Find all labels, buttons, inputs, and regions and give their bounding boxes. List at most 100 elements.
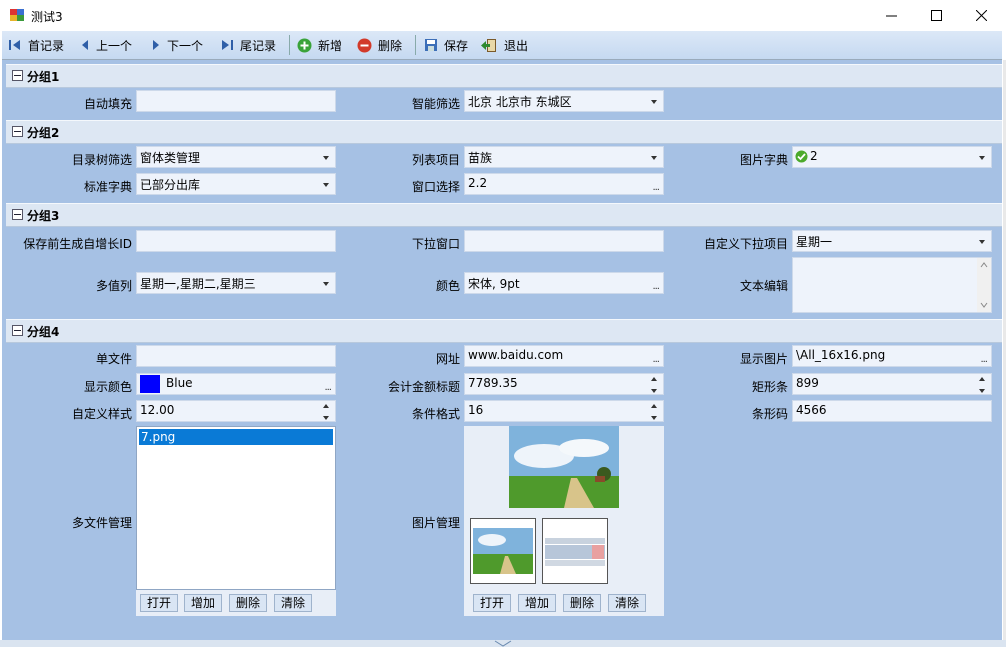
ellipsis-icon[interactable]: ... xyxy=(980,354,987,365)
multivalue-combo[interactable]: 星期一,星期二,星期三 xyxy=(136,272,336,294)
image-manager-panel: 打开 增加 删除 清除 xyxy=(464,426,664,616)
thumbnail-landscape[interactable] xyxy=(470,518,536,584)
pic-dict-combo[interactable]: 2 xyxy=(792,146,992,168)
list-item-combo[interactable]: 苗族 xyxy=(464,146,664,168)
single-file-input[interactable] xyxy=(136,345,336,367)
exit-icon xyxy=(481,38,496,52)
last-record-button[interactable]: 尾记录 xyxy=(220,36,276,54)
show-image-input[interactable]: \All_16x16.png... xyxy=(792,345,992,367)
dropdown-window-input[interactable] xyxy=(464,230,664,252)
autofill-label: 自动填充 xyxy=(83,97,132,111)
chevron-down-icon[interactable] xyxy=(323,282,329,286)
autoid-label: 保存前生成自增长ID xyxy=(23,237,132,251)
chevron-down-icon[interactable] xyxy=(323,156,329,160)
first-record-icon xyxy=(9,40,20,50)
delete-record-button[interactable]: 删除 xyxy=(357,36,402,54)
color-picker-input[interactable]: Blue... xyxy=(136,373,336,395)
image-delete-button[interactable]: 删除 xyxy=(563,594,601,612)
delete-icon xyxy=(357,38,372,52)
add-record-label: 新增 xyxy=(318,38,343,53)
url-input[interactable]: www.baidu.com... xyxy=(464,345,664,367)
multifile-list[interactable]: 7.png xyxy=(136,426,336,590)
amount-spin[interactable]: 7789.35 xyxy=(464,373,664,395)
bar-spin[interactable]: 899 xyxy=(792,373,992,395)
last-record-icon xyxy=(222,40,233,50)
image-open-button[interactable]: 打开 xyxy=(473,594,511,612)
group-title: 分组3 xyxy=(27,209,60,223)
ellipsis-icon[interactable]: ... xyxy=(324,382,331,393)
collapse-icon[interactable] xyxy=(12,325,23,336)
single-file-label: 单文件 xyxy=(95,352,132,366)
spin-arrows-icon[interactable] xyxy=(651,404,658,420)
bottom-splitter[interactable] xyxy=(0,640,1006,647)
chevron-down-icon[interactable] xyxy=(979,240,985,244)
group-2-header[interactable]: 分组2 xyxy=(6,120,1002,144)
list-item-label: 列表项目 xyxy=(411,153,460,167)
tree-filter-combo[interactable]: 窗体类管理 xyxy=(136,146,336,168)
cond-format-spin[interactable]: 16 xyxy=(464,400,664,422)
toolbar-separator xyxy=(289,35,290,55)
spin-arrows-icon[interactable] xyxy=(979,377,986,393)
minimize-button[interactable] xyxy=(868,0,914,31)
thumbnail-screenshot[interactable] xyxy=(542,518,608,584)
barcode-input[interactable]: 4566 xyxy=(792,400,992,422)
multifile-delete-button[interactable]: 删除 xyxy=(229,594,267,612)
text-edit-memo[interactable] xyxy=(792,257,992,313)
maximize-button[interactable] xyxy=(913,0,959,31)
custom-dropdown-combo[interactable]: 星期一 xyxy=(792,230,992,252)
custom-style-spin[interactable]: 12.00 xyxy=(136,400,336,422)
chevron-down-icon[interactable] xyxy=(651,100,657,104)
maximize-icon xyxy=(930,10,942,21)
group-3-header[interactable]: 分组3 xyxy=(6,203,1002,227)
scroll-up-icon[interactable] xyxy=(977,260,991,270)
smart-filter-combo[interactable]: 北京 北京市 东城区 xyxy=(464,90,664,112)
delete-record-label: 删除 xyxy=(378,38,403,53)
image-clear-button[interactable]: 清除 xyxy=(608,594,646,612)
scroll-down-icon[interactable] xyxy=(977,300,991,310)
spin-arrows-icon[interactable] xyxy=(651,377,658,393)
first-record-button[interactable]: 首记录 xyxy=(8,36,64,54)
multifile-open-button[interactable]: 打开 xyxy=(140,594,178,612)
ellipsis-icon[interactable]: ... xyxy=(652,354,659,365)
autoid-input[interactable] xyxy=(136,230,336,252)
save-icon xyxy=(425,39,437,51)
barcode-label: 条形码 xyxy=(751,407,788,421)
show-color-label: 显示颜色 xyxy=(83,380,132,394)
color-label: 颜色 xyxy=(435,279,460,293)
multifile-add-button[interactable]: 增加 xyxy=(184,594,222,612)
pic-dict-label: 图片字典 xyxy=(739,153,788,167)
autofill-input[interactable] xyxy=(136,90,336,112)
ellipsis-icon[interactable]: ... xyxy=(652,281,659,292)
add-record-button[interactable]: 新增 xyxy=(297,36,342,54)
prev-record-button[interactable]: 上一个 xyxy=(80,36,132,54)
group-1-header[interactable]: 分组1 xyxy=(6,64,1002,88)
prev-icon xyxy=(82,40,88,50)
window-select-input[interactable]: 2.2... xyxy=(464,173,664,195)
list-item[interactable]: 7.png xyxy=(139,429,333,445)
group-title: 分组2 xyxy=(27,126,60,140)
image-add-button[interactable]: 增加 xyxy=(518,594,556,612)
exit-button[interactable]: 退出 xyxy=(480,36,528,54)
collapse-icon[interactable] xyxy=(12,70,23,81)
group-4-header[interactable]: 分组4 xyxy=(6,319,1002,343)
show-image-label: 显示图片 xyxy=(739,352,788,366)
chevron-down-icon[interactable] xyxy=(323,183,329,187)
tree-filter-label: 目录树筛选 xyxy=(71,153,132,167)
collapse-icon[interactable] xyxy=(12,209,23,220)
multifile-clear-button[interactable]: 清除 xyxy=(274,594,312,612)
font-picker-input[interactable]: 宋体, 9pt... xyxy=(464,272,664,294)
collapse-icon[interactable] xyxy=(12,126,23,137)
window-title: 测试3 xyxy=(31,10,63,24)
chevron-down-icon[interactable] xyxy=(651,156,657,160)
spin-arrows-icon[interactable] xyxy=(323,404,330,420)
ellipsis-icon[interactable]: ... xyxy=(652,182,659,193)
multifile-label: 多文件管理 xyxy=(71,516,132,530)
chevron-down-icon[interactable] xyxy=(979,156,985,160)
close-button[interactable] xyxy=(958,0,1004,31)
std-dict-combo[interactable]: 已部分出库 xyxy=(136,173,336,195)
next-record-button[interactable]: 下一个 xyxy=(151,36,203,54)
chevron-down-icon[interactable] xyxy=(493,640,513,647)
landscape-image[interactable] xyxy=(509,426,619,508)
memo-scrollbar[interactable] xyxy=(977,258,991,312)
save-button[interactable]: 保存 xyxy=(424,36,468,54)
